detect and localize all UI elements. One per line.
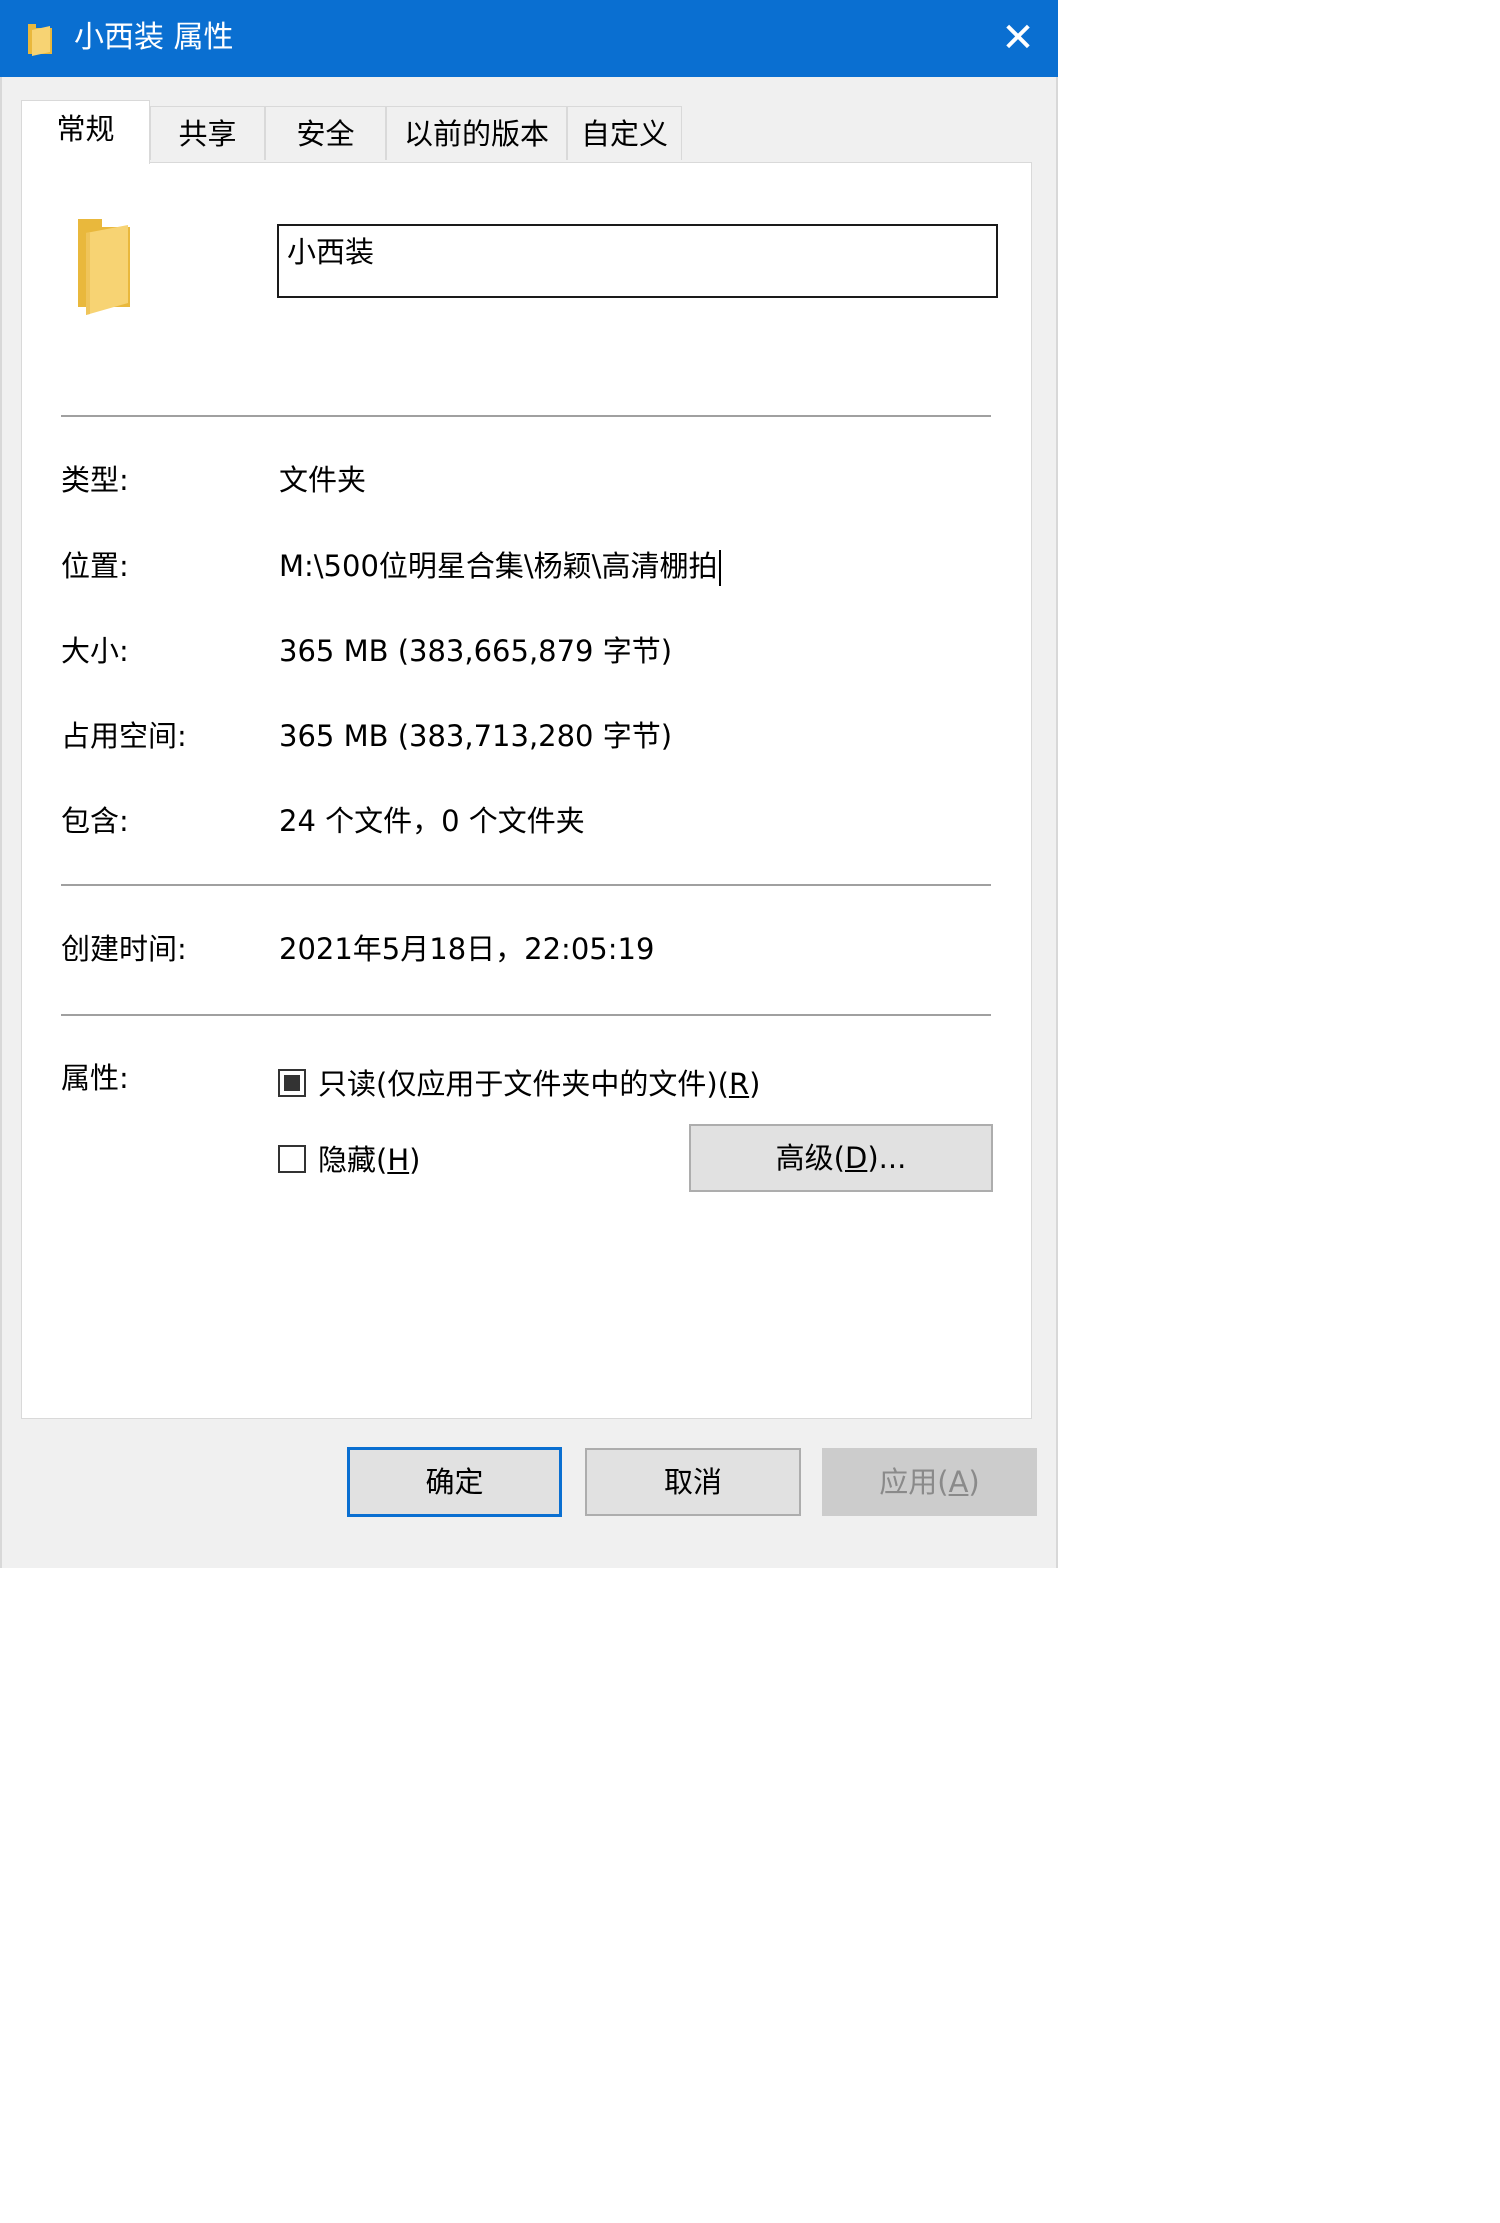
ok-button[interactable]: 确定 bbox=[347, 1447, 562, 1517]
size-label: 大小: bbox=[61, 634, 129, 668]
disk-size-value: 365 MB (383,713,280 字节) bbox=[279, 719, 673, 753]
readonly-checkbox[interactable] bbox=[278, 1069, 306, 1097]
text-caret bbox=[719, 550, 722, 586]
advanced-button[interactable]: 高级(D)... bbox=[689, 1124, 993, 1192]
general-panel: 类型: 文件夹 位置: M:\500位明星合集\杨颖\高清棚拍 大小: 365 … bbox=[21, 162, 1032, 1419]
created-value: 2021年5月18日，22:05:19 bbox=[279, 932, 655, 966]
type-label: 类型: bbox=[61, 463, 129, 497]
indeterminate-mark bbox=[284, 1075, 300, 1091]
hidden-checkbox[interactable] bbox=[278, 1145, 306, 1173]
size-value: 365 MB (383,665,879 字节) bbox=[279, 634, 673, 668]
window-title: 小西装 属性 bbox=[74, 20, 234, 55]
hidden-label[interactable]: 隐藏(H) bbox=[318, 1141, 420, 1179]
divider bbox=[61, 884, 991, 886]
cancel-button[interactable]: 取消 bbox=[585, 1448, 801, 1516]
tab-customize[interactable]: 自定义 bbox=[567, 106, 682, 160]
location-value[interactable]: M:\500位明星合集\杨颖\高清棚拍 bbox=[279, 547, 722, 586]
tab-previous-versions[interactable]: 以前的版本 bbox=[386, 106, 567, 160]
folder-icon bbox=[28, 24, 52, 56]
tab-sharing[interactable]: 共享 bbox=[150, 106, 265, 160]
folder-name-input[interactable] bbox=[277, 224, 998, 298]
divider bbox=[61, 415, 991, 417]
tab-strip: 常规 共享 安全 以前的版本 自定义 bbox=[0, 77, 1058, 167]
tab-security[interactable]: 安全 bbox=[265, 106, 386, 160]
contains-value: 24 个文件，0 个文件夹 bbox=[279, 804, 585, 838]
title-bar: 小西装 属性 ✕ bbox=[0, 0, 1058, 77]
divider bbox=[61, 1014, 991, 1016]
close-icon[interactable]: ✕ bbox=[986, 8, 1050, 68]
folder-icon bbox=[78, 219, 130, 315]
type-value: 文件夹 bbox=[279, 463, 367, 497]
disk-size-label: 占用空间: bbox=[61, 719, 187, 753]
readonly-label[interactable]: 只读(仅应用于文件夹中的文件)(R) bbox=[318, 1065, 760, 1103]
created-label: 创建时间: bbox=[61, 932, 187, 966]
apply-button[interactable]: 应用(A) bbox=[822, 1448, 1037, 1516]
dialog-body: 常规 共享 安全 以前的版本 自定义 类型: 文件夹 位置: M:\500位明星… bbox=[0, 77, 1058, 1568]
location-text: M:\500位明星合集\杨颖\高清棚拍 bbox=[279, 549, 718, 583]
tab-general[interactable]: 常规 bbox=[21, 100, 150, 164]
attributes-label: 属性: bbox=[61, 1061, 129, 1095]
contains-label: 包含: bbox=[61, 804, 129, 838]
location-label: 位置: bbox=[61, 549, 129, 583]
